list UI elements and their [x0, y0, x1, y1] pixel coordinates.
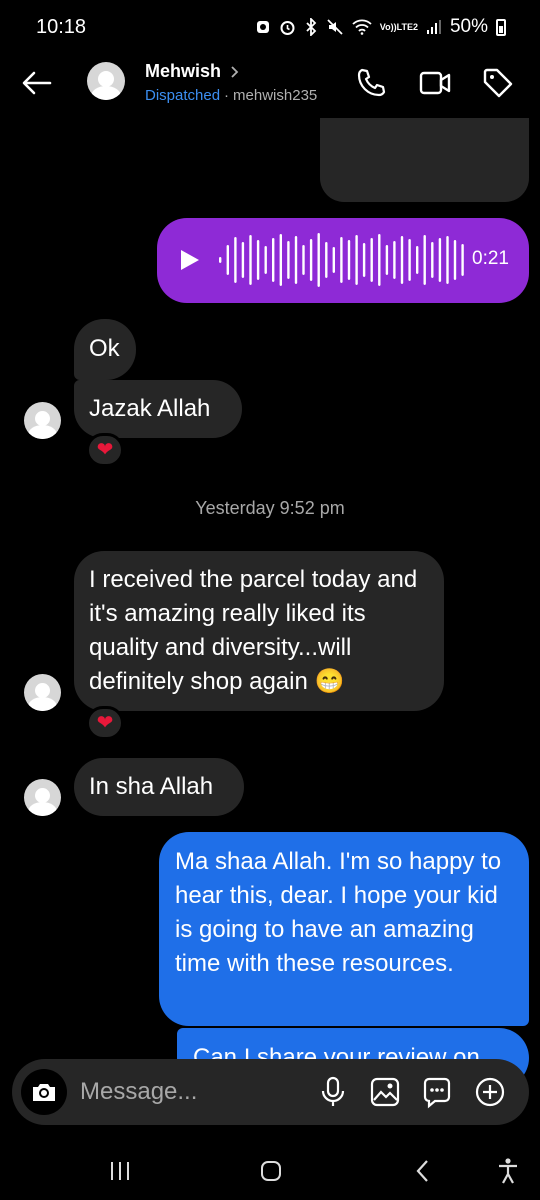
waveform-bar — [279, 234, 282, 286]
waveform-bar — [378, 234, 381, 286]
chat-header: Mehwish Dispatched · mehwish235 — [0, 52, 540, 116]
tag-icon[interactable] — [481, 66, 515, 100]
waveform-bar — [272, 238, 275, 282]
accessibility-icon[interactable] — [493, 1156, 523, 1186]
waveform-bar — [219, 257, 222, 263]
waveform-bar — [400, 236, 404, 284]
contact-name[interactable]: Mehwish — [145, 61, 221, 82]
status-bar: 10:18 Vo)) LTE2 50% — [0, 0, 540, 52]
bluetooth-icon — [304, 18, 318, 36]
message-text: Jazak Allah — [89, 395, 211, 422]
camera-icon — [33, 1084, 55, 1101]
heart-reaction[interactable]: ❤ — [86, 433, 124, 467]
voice-waveform[interactable] — [218, 232, 468, 288]
contact-name-row[interactable]: Mehwish — [145, 61, 241, 82]
waveform-bar — [309, 239, 313, 281]
order-status-label[interactable]: Dispatched — [145, 87, 220, 104]
waveform-bar — [287, 241, 290, 279]
waveform-bar — [438, 238, 442, 282]
heart-icon: ❤ — [96, 439, 114, 461]
message-outgoing-reply[interactable]: Ma shaa Allah. I'm so happy to hear this… — [159, 832, 529, 1026]
sticker-icon[interactable] — [420, 1075, 454, 1109]
waveform-bar — [294, 236, 298, 284]
system-nav-bar — [0, 1140, 540, 1200]
home-icon[interactable] — [256, 1156, 286, 1186]
battery-percent: 50% — [449, 16, 488, 37]
video-camera-icon[interactable] — [418, 66, 452, 100]
waveform-bar — [385, 245, 389, 275]
contact-avatar[interactable] — [87, 62, 125, 100]
message-parcel-review[interactable]: I received the parcel today and it's ama… — [74, 551, 444, 711]
message-jazak-allah[interactable]: Jazak Allah — [74, 380, 242, 438]
message-in-sha-allah[interactable]: In sha Allah — [74, 758, 244, 816]
message-input[interactable] — [80, 1075, 300, 1109]
lte-top-label: Vo)) — [379, 21, 397, 32]
waveform-bar — [264, 246, 267, 274]
waveform-bar — [347, 240, 351, 280]
waveform-bar — [370, 238, 373, 282]
heart-reaction[interactable]: ❤ — [86, 706, 124, 740]
notification-icon — [255, 19, 271, 35]
chevron-right-icon — [231, 65, 239, 78]
previous-message-bubble — [320, 118, 529, 202]
battery-icon — [496, 18, 506, 36]
voice-duration: 0:21 — [472, 248, 509, 269]
message-text: I received the parcel today and it's ama… — [89, 566, 418, 695]
sender-avatar[interactable] — [24, 674, 61, 711]
message-composer — [12, 1059, 529, 1125]
message-ok[interactable]: Ok — [74, 319, 136, 380]
recent-apps-icon[interactable] — [105, 1156, 135, 1186]
waveform-bar — [453, 240, 457, 280]
back-arrow-icon[interactable] — [20, 66, 54, 100]
play-icon[interactable] — [177, 248, 201, 272]
plus-circle-icon[interactable] — [473, 1075, 507, 1109]
alarm-icon — [279, 19, 296, 36]
message-text: Ma shaa Allah. I'm so happy to hear this… — [175, 848, 502, 977]
conversation-timestamp: Yesterday 9:52 pm — [195, 498, 345, 518]
waveform-bar — [461, 244, 464, 276]
status-time: 10:18 — [36, 16, 87, 38]
waveform-bar — [241, 242, 245, 278]
waveform-bar — [234, 237, 237, 283]
waveform-bar — [256, 240, 260, 280]
signal-icon — [426, 19, 442, 35]
heart-icon: ❤ — [96, 712, 114, 734]
waveform-bar — [416, 246, 419, 274]
mute-icon — [326, 18, 344, 36]
camera-button[interactable] — [21, 1069, 67, 1115]
gallery-icon[interactable] — [368, 1075, 402, 1109]
lte-indicator: Vo)) LTE2 — [379, 21, 418, 32]
contact-subtitle: Dispatched · mehwish235 — [145, 87, 317, 104]
message-text: Ok — [89, 335, 120, 362]
subtitle-separator: · — [224, 87, 230, 104]
message-text: In sha Allah — [89, 773, 214, 800]
microphone-icon[interactable] — [316, 1075, 350, 1109]
waveform-bar — [408, 239, 411, 281]
waveform-bar — [431, 242, 434, 278]
lte-bottom-label: LTE2 — [396, 21, 418, 32]
waveform-bar — [302, 245, 305, 275]
waveform-bar — [446, 236, 449, 284]
phone-icon[interactable] — [354, 66, 388, 100]
waveform-bar — [362, 243, 366, 277]
sender-avatar[interactable] — [24, 402, 61, 439]
waveform-bar — [423, 235, 426, 285]
waveform-bar — [340, 237, 343, 283]
waveform-bar — [249, 235, 252, 285]
waveform-bar — [325, 242, 328, 278]
waveform-bar — [317, 233, 320, 287]
wifi-icon — [352, 19, 372, 35]
back-icon[interactable] — [408, 1156, 438, 1186]
sender-avatar[interactable] — [24, 779, 61, 816]
waveform-bar — [393, 241, 396, 279]
waveform-bar — [226, 245, 229, 275]
contact-username: mehwish235 — [233, 87, 318, 104]
waveform-bar — [332, 247, 335, 273]
waveform-bar — [355, 235, 358, 285]
status-icons: Vo)) LTE2 50% — [255, 14, 506, 40]
